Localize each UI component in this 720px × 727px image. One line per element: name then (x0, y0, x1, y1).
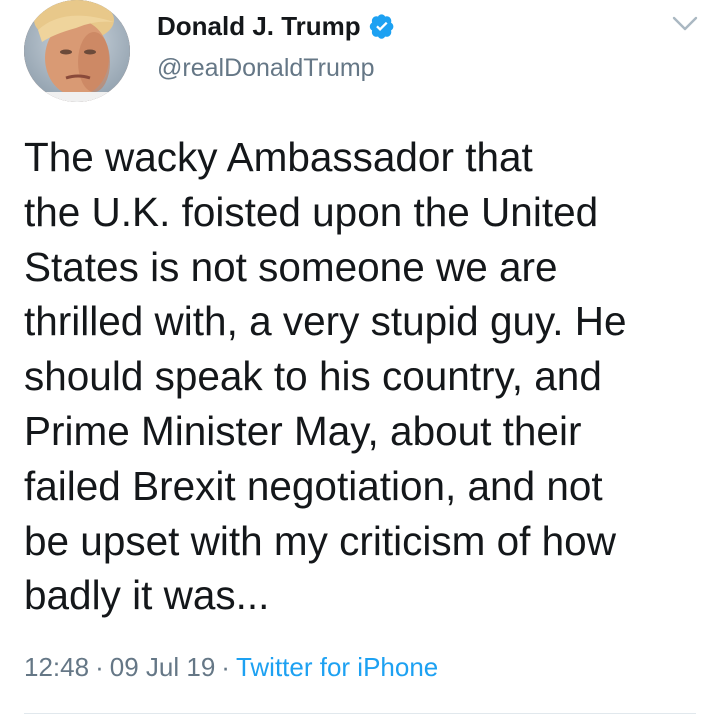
avatar-photo-icon (24, 0, 130, 102)
tweet-text-line: be upset with my criticism of how (24, 517, 616, 564)
tweet-text-line: the U.K. foisted upon the United (24, 188, 599, 235)
tweet-text-line: badly it was... (24, 572, 270, 619)
meta-separator: · (221, 652, 230, 682)
meta-separator: · (95, 652, 104, 682)
tweet-text: The wacky Ambassador that the U.K. foist… (24, 130, 694, 623)
tweet-card: Donald J. Trump @realDonaldTrump The wac… (0, 0, 720, 727)
tweet-text-line: thrilled with, a very stupid guy. He (24, 298, 627, 345)
tweet-time[interactable]: 12:48 (24, 652, 89, 682)
tweet-text-line: failed Brexit negotiation, and not (24, 462, 603, 509)
avatar[interactable] (24, 0, 130, 102)
display-name[interactable]: Donald J. Trump (157, 11, 361, 42)
tweet-date[interactable]: 09 Jul 19 (110, 652, 216, 682)
verified-badge-icon (369, 14, 394, 39)
tweet-meta: 12:48 · 09 Jul 19 · Twitter for iPhone (24, 652, 438, 683)
tweet-text-line: The wacky Ambassador that (24, 134, 533, 180)
tweet-source-link[interactable]: Twitter for iPhone (236, 652, 438, 682)
tweet-text-line: States is not someone we are (24, 243, 558, 290)
tweet-text-line: Prime Minister May, about their (24, 407, 582, 454)
author-name-row[interactable]: Donald J. Trump (157, 6, 395, 46)
user-handle[interactable]: @realDonaldTrump (157, 54, 375, 83)
divider (24, 713, 696, 714)
tweet-text-line: should speak to his country, and (24, 353, 602, 400)
chevron-down-icon[interactable] (670, 10, 700, 36)
